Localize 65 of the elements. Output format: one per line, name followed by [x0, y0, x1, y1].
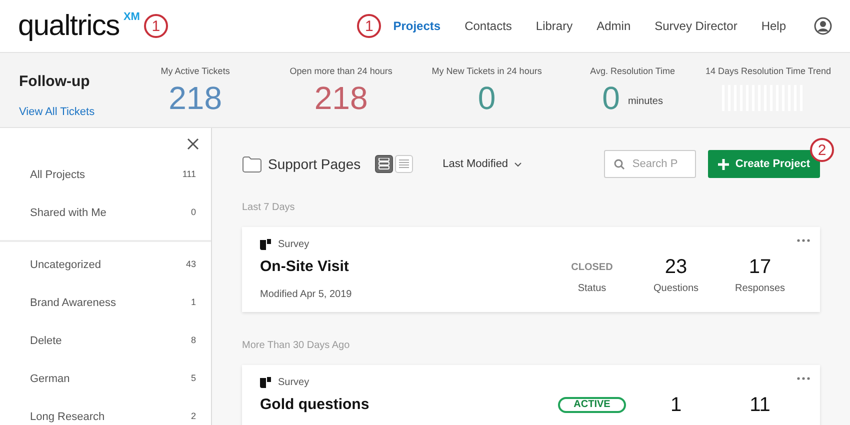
stat-label: My Active Tickets: [160, 65, 230, 78]
logo-superscript: XM: [123, 12, 140, 22]
user-avatar-icon[interactable]: [814, 17, 832, 35]
stat-value: 218: [168, 78, 222, 116]
stat-caption: Questions: [653, 282, 699, 296]
stat-label: My New Tickets in 24 hours: [432, 65, 542, 78]
project-type: Survey: [278, 376, 310, 390]
modified-date: Modified Apr 5, 2019: [260, 288, 353, 302]
plus-icon: [718, 158, 730, 170]
survey-icon: [260, 376, 272, 388]
project-card[interactable]: Survey Gold questions ACTIVE 1 11: [242, 365, 820, 425]
status-label: CLOSED: [571, 260, 613, 274]
callout-marker: 1: [144, 14, 168, 38]
sidebar-item[interactable]: Long Research 2: [0, 398, 211, 425]
stat-caption: Status: [578, 282, 606, 296]
close-icon[interactable]: [187, 138, 199, 150]
nav-link[interactable]: Contacts: [464, 17, 512, 35]
nav-link[interactable]: Survey Director: [654, 17, 738, 35]
stat-label: Open more than 24 hours: [290, 65, 392, 78]
caret-icon: [514, 162, 522, 166]
status-badge: ACTIVE: [558, 397, 626, 413]
followup-title: Follow-up: [19, 72, 91, 92]
sort-dropdown[interactable]: Last Modified: [442, 156, 522, 172]
response-count: 17: [748, 255, 772, 280]
sidebar-item[interactable]: Uncategorized 43: [0, 246, 211, 284]
stat-value: 0: [602, 78, 620, 116]
sidebar-item[interactable]: Shared with Me 0: [0, 194, 211, 232]
logo-text: qualtrics: [18, 12, 120, 40]
project-name: On-Site Visit: [260, 257, 350, 277]
project-name: Gold questions: [260, 395, 370, 415]
stat-value: 0: [478, 78, 496, 116]
section-heading: Last 7 Days: [242, 201, 296, 215]
folder-title: Support Pages: [268, 154, 361, 174]
card-view-icon: [378, 158, 390, 170]
folder-icon: [242, 155, 262, 173]
trend-label: 14 Days Resolution Time Trend: [705, 65, 831, 78]
response-count: 11: [750, 393, 770, 418]
sidebar-item[interactable]: All Projects 111: [0, 156, 211, 194]
sidebar-item[interactable]: Brand Awareness 1: [0, 284, 211, 322]
search-icon: [614, 159, 626, 170]
callout-marker: 2: [810, 138, 834, 162]
sidebar-item[interactable]: German 5: [0, 360, 211, 398]
create-project-button[interactable]: Create Project: [708, 150, 820, 178]
stat-unit: minutes: [628, 94, 663, 108]
search-field[interactable]: Search P: [604, 150, 696, 178]
project-card[interactable]: Survey On-Site Visit Modified Apr 5, 2019 CLOSED Status 23 Questions 17 Responses: [242, 227, 820, 312]
nav-link[interactable]: Library: [536, 17, 573, 35]
sidebar-item[interactable]: Delete 8: [0, 322, 211, 360]
question-count: 23: [664, 255, 688, 280]
more-options-icon[interactable]: [797, 377, 810, 380]
nav-link[interactable]: Projects: [393, 17, 441, 35]
callout-marker: 1: [357, 14, 382, 38]
view-all-tickets-link[interactable]: View All Tickets: [19, 104, 122, 120]
nav-link[interactable]: Help: [761, 17, 786, 35]
card-view-button[interactable]: [374, 155, 393, 173]
nav-link[interactable]: Admin: [596, 17, 631, 35]
survey-icon: [260, 238, 272, 250]
list-view-icon: [398, 158, 410, 170]
section-heading: More Than 30 Days Ago: [242, 339, 351, 353]
stat-label: Avg. Resolution Time: [590, 65, 675, 78]
project-type: Survey: [278, 238, 310, 252]
stat-caption: Responses: [734, 282, 786, 296]
question-count: 1: [670, 393, 682, 418]
more-options-icon[interactable]: [797, 239, 810, 242]
stat-value: 218: [314, 78, 368, 116]
